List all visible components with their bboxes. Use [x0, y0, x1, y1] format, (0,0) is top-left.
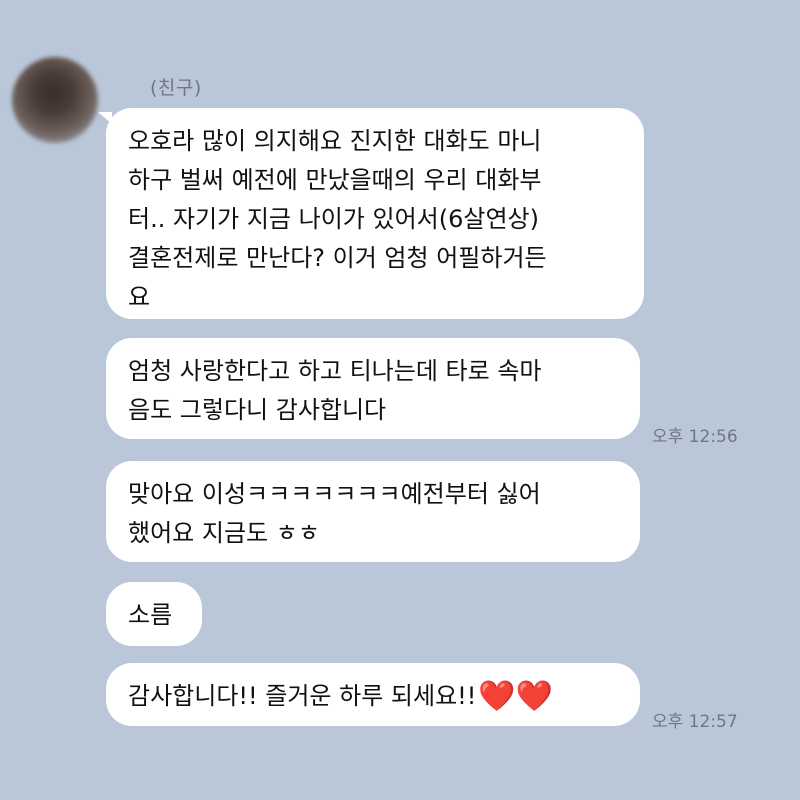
message-line: 결혼전제로 만난다? 이거 엄청 어필하거든 — [128, 244, 547, 272]
message-bubble[interactable]: 엄청 사랑한다고 하고 티나는데 타로 속마 음도 그렇다니 감사합니다 — [106, 338, 640, 439]
message-line: 맞아요 이성ㅋㅋㅋㅋㅋㅋㅋ예전부터 싫어 — [128, 480, 541, 508]
message-line: 소름 — [128, 601, 173, 629]
message-line: 요 — [128, 283, 151, 311]
message-line: 터.. 자기가 지금 나이가 있어서(6살연상) — [128, 205, 539, 233]
message-bubble[interactable]: 감사합니다!! 즐거운 하루 되세요!!❤️❤️ — [106, 663, 640, 726]
heart-icon: ❤️❤️ — [478, 679, 554, 714]
message-line: 감사합니다!! 즐거운 하루 되세요!!❤️❤️ — [128, 677, 618, 716]
message-line: 했어요 지금도 ㅎㅎ — [128, 519, 320, 547]
message-timestamp: 오후 12:56 — [652, 427, 738, 447]
message-bubble[interactable]: 소름 — [106, 582, 202, 646]
message-timestamp: 오후 12:57 — [652, 712, 738, 732]
message-line: 하구 벌써 예전에 만났을때의 우리 대화부 — [128, 166, 542, 194]
message-line: 오호라 많이 의지해요 진지한 대화도 마니 — [128, 127, 542, 155]
message-bubble[interactable]: 오호라 많이 의지해요 진지한 대화도 마니 하구 벌써 예전에 만났을때의 우… — [106, 108, 644, 319]
message-line: 엄청 사랑한다고 하고 티나는데 타로 속마 — [128, 357, 542, 385]
message-bubble[interactable]: 맞아요 이성ㅋㅋㅋㅋㅋㅋㅋ예전부터 싫어 했어요 지금도 ㅎㅎ — [106, 461, 640, 562]
message-text: 감사합니다!! 즐거운 하루 되세요!! — [128, 682, 477, 710]
sender-name: (친구) — [150, 77, 202, 99]
friend-avatar[interactable] — [12, 57, 98, 143]
message-line: 음도 그렇다니 감사합니다 — [128, 396, 387, 424]
